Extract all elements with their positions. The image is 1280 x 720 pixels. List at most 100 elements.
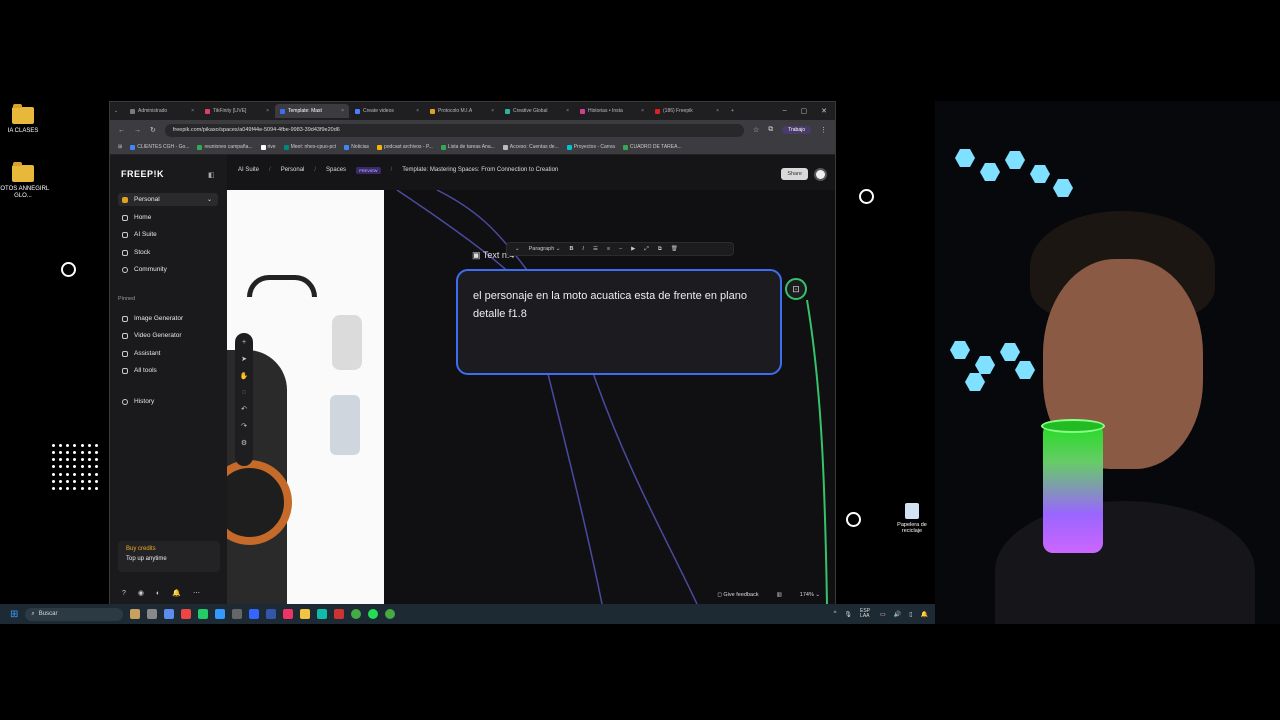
hand-icon[interactable]: ✋	[240, 372, 249, 380]
sidebar-item-history[interactable]: History	[118, 395, 218, 408]
copilot-icon[interactable]	[164, 609, 175, 619]
edge-icon[interactable]	[317, 609, 328, 619]
volume-icon[interactable]: 🔊	[894, 611, 901, 618]
desktop-folder-fotos[interactable]: FOTOS ANNEGIRL GLO...	[0, 162, 51, 200]
browser-tab[interactable]: Protocolo M.I.A ×	[425, 104, 499, 118]
spaces-canvas[interactable]: + ➤ ✋ ◌ ↶ ↷ ⚙ ▣ Text n.4 ⌄ Paragraph ⌄ B…	[227, 190, 835, 604]
url-field[interactable]: freepik.com/pikaso/spaces/a049f44e-5094-…	[164, 123, 744, 137]
play-app-icon[interactable]	[198, 609, 209, 619]
bookmark-item[interactable]: Proyectos - Canva	[566, 144, 615, 150]
node-output-handle[interactable]: ⊡	[785, 278, 807, 300]
pointer-icon[interactable]: ➤	[241, 355, 247, 363]
sidebar-item-all-tools[interactable]: All tools	[118, 364, 218, 377]
theme-icon[interactable]: ◐	[156, 590, 160, 597]
bookmark-item[interactable]: rive	[260, 144, 276, 150]
tab-close-icon[interactable]: ×	[416, 108, 419, 114]
share-button[interactable]: Share	[781, 168, 808, 180]
windows-start-icon[interactable]: ⊞	[10, 609, 18, 620]
taskbar-search[interactable]: ⌕ Buscar	[25, 607, 124, 621]
text-node-content[interactable]: el personaje en la moto acuatica esta de…	[473, 290, 747, 320]
whatsapp-icon[interactable]	[368, 609, 379, 619]
give-feedback-button[interactable]: ◻ Give feedback	[717, 592, 758, 598]
sidebar-item-community[interactable]: Community	[118, 263, 218, 276]
menu-icon[interactable]: ⋮	[820, 126, 827, 134]
maximize-icon[interactable]: ▢	[801, 107, 808, 115]
sidebar-item-ai-suite[interactable]: AI Suite	[118, 228, 218, 241]
new-tab-icon[interactable]: +	[731, 108, 734, 114]
avatar[interactable]	[814, 168, 827, 181]
buy-credits-card[interactable]: Buy credits Top up anytime	[118, 541, 220, 572]
back-icon[interactable]: ←	[118, 127, 125, 134]
language-indicator[interactable]: ESP LAA	[860, 609, 872, 619]
bookmark-item[interactable]: Noticias	[344, 144, 369, 150]
help-icon[interactable]: ?	[122, 590, 126, 597]
comment-icon[interactable]: ◌	[242, 389, 246, 396]
bookmark-item[interactable]: Meet: nhes-cpuo-pct	[283, 144, 336, 150]
sidebar-item-image-generator[interactable]: Image Generator	[118, 312, 218, 325]
mic-tray-icon[interactable]: 🎙	[844, 611, 852, 618]
browser-tab[interactable]: Create videos ×	[350, 104, 424, 118]
add-icon[interactable]: +	[242, 339, 246, 346]
paragraph-dropdown[interactable]: Paragraph ⌄	[529, 246, 561, 252]
more-icon[interactable]: ⋯	[193, 589, 200, 597]
breadcrumb-spaces[interactable]: Spaces	[326, 167, 346, 173]
drag-handle-icon[interactable]: ⌄	[515, 246, 520, 252]
collapse-sidebar-icon[interactable]: ◧	[208, 171, 215, 179]
numbered-list-icon[interactable]: ≡	[607, 246, 610, 252]
breadcrumb-ai-suite[interactable]: AI Suite	[238, 167, 259, 173]
settings-icon[interactable]: ⚙	[241, 439, 247, 447]
file-explorer-icon[interactable]	[300, 609, 311, 619]
store-icon[interactable]	[181, 609, 192, 619]
discord-icon[interactable]: ◉	[138, 589, 144, 597]
notifications-icon[interactable]: 🔔	[172, 589, 181, 597]
browser-tab[interactable]: Creative Global ×	[500, 104, 574, 118]
browser-tab[interactable]: Historias • Insta ×	[575, 104, 649, 118]
tab-close-icon[interactable]: ×	[191, 108, 194, 114]
italic-icon[interactable]: I	[582, 246, 584, 252]
tab-close-icon[interactable]: ×	[341, 108, 344, 114]
profile-button[interactable]: Trabajo	[782, 126, 811, 134]
task-view-icon[interactable]	[147, 609, 158, 619]
apps-grid-icon[interactable]: ⊞	[118, 144, 122, 150]
sidebar-item-home[interactable]: Home	[118, 211, 218, 224]
bookmark-item[interactable]: CLIENTES CGH - Go...	[130, 144, 189, 150]
delete-icon[interactable]: 🗑	[671, 246, 678, 252]
bookmark-item[interactable]: Lista de tareas Ana...	[440, 144, 495, 150]
browser-tab[interactable]: (186) Freepik ×	[650, 104, 724, 118]
expand-icon[interactable]: ⤢	[644, 246, 648, 253]
app-icon[interactable]	[334, 609, 345, 619]
app-icon[interactable]	[266, 609, 277, 619]
tiktok-icon[interactable]	[283, 609, 294, 619]
bullet-list-icon[interactable]: ☰	[593, 246, 598, 252]
notification-bell-icon[interactable]: 🔔	[921, 611, 928, 618]
tab-close-icon[interactable]: ×	[641, 108, 644, 114]
workspace-selector[interactable]: Personal ⌄	[118, 193, 218, 206]
desktop-folder-ia-clases[interactable]: IA CLASES	[0, 104, 51, 135]
app-icon[interactable]	[249, 609, 260, 619]
forward-icon[interactable]: →	[134, 127, 141, 134]
recycle-bin[interactable]: Papelera de reciclaje	[893, 503, 931, 534]
redo-icon[interactable]: ↷	[241, 422, 247, 430]
bold-icon[interactable]: B	[569, 246, 573, 252]
play-icon[interactable]: ▶	[631, 246, 635, 252]
sidebar-item-assistant[interactable]: Assistant	[118, 347, 218, 360]
tab-search-icon[interactable]: ⌄	[114, 108, 124, 114]
close-icon[interactable]: ✕	[821, 107, 827, 115]
breadcrumb-personal[interactable]: Personal	[281, 167, 305, 173]
browser-tab[interactable]: TikFinity [LIVE] ×	[200, 104, 274, 118]
text-node[interactable]: el personaje en la moto acuatica esta de…	[456, 269, 782, 375]
sidebar-item-stock[interactable]: Stock	[118, 246, 218, 259]
reload-icon[interactable]: ↻	[150, 126, 156, 134]
chrome-icon[interactable]	[351, 609, 362, 619]
network-icon[interactable]: ▭	[880, 611, 886, 618]
steam-icon[interactable]	[215, 609, 226, 619]
undo-icon[interactable]: ↶	[241, 405, 247, 413]
tab-close-icon[interactable]: ×	[566, 108, 569, 114]
bookmark-item[interactable]: CUADRO DE TAREA...	[622, 144, 682, 150]
browser-tab[interactable]: Administrado ×	[125, 104, 199, 118]
tray-chevron-icon[interactable]: ^	[834, 611, 837, 617]
chrome-icon[interactable]	[385, 609, 396, 619]
bookmark-item[interactable]: Acceso: Cuentas de...	[502, 144, 559, 150]
app-icon[interactable]	[232, 609, 243, 619]
zoom-level[interactable]: 174% ⌄	[800, 592, 820, 598]
